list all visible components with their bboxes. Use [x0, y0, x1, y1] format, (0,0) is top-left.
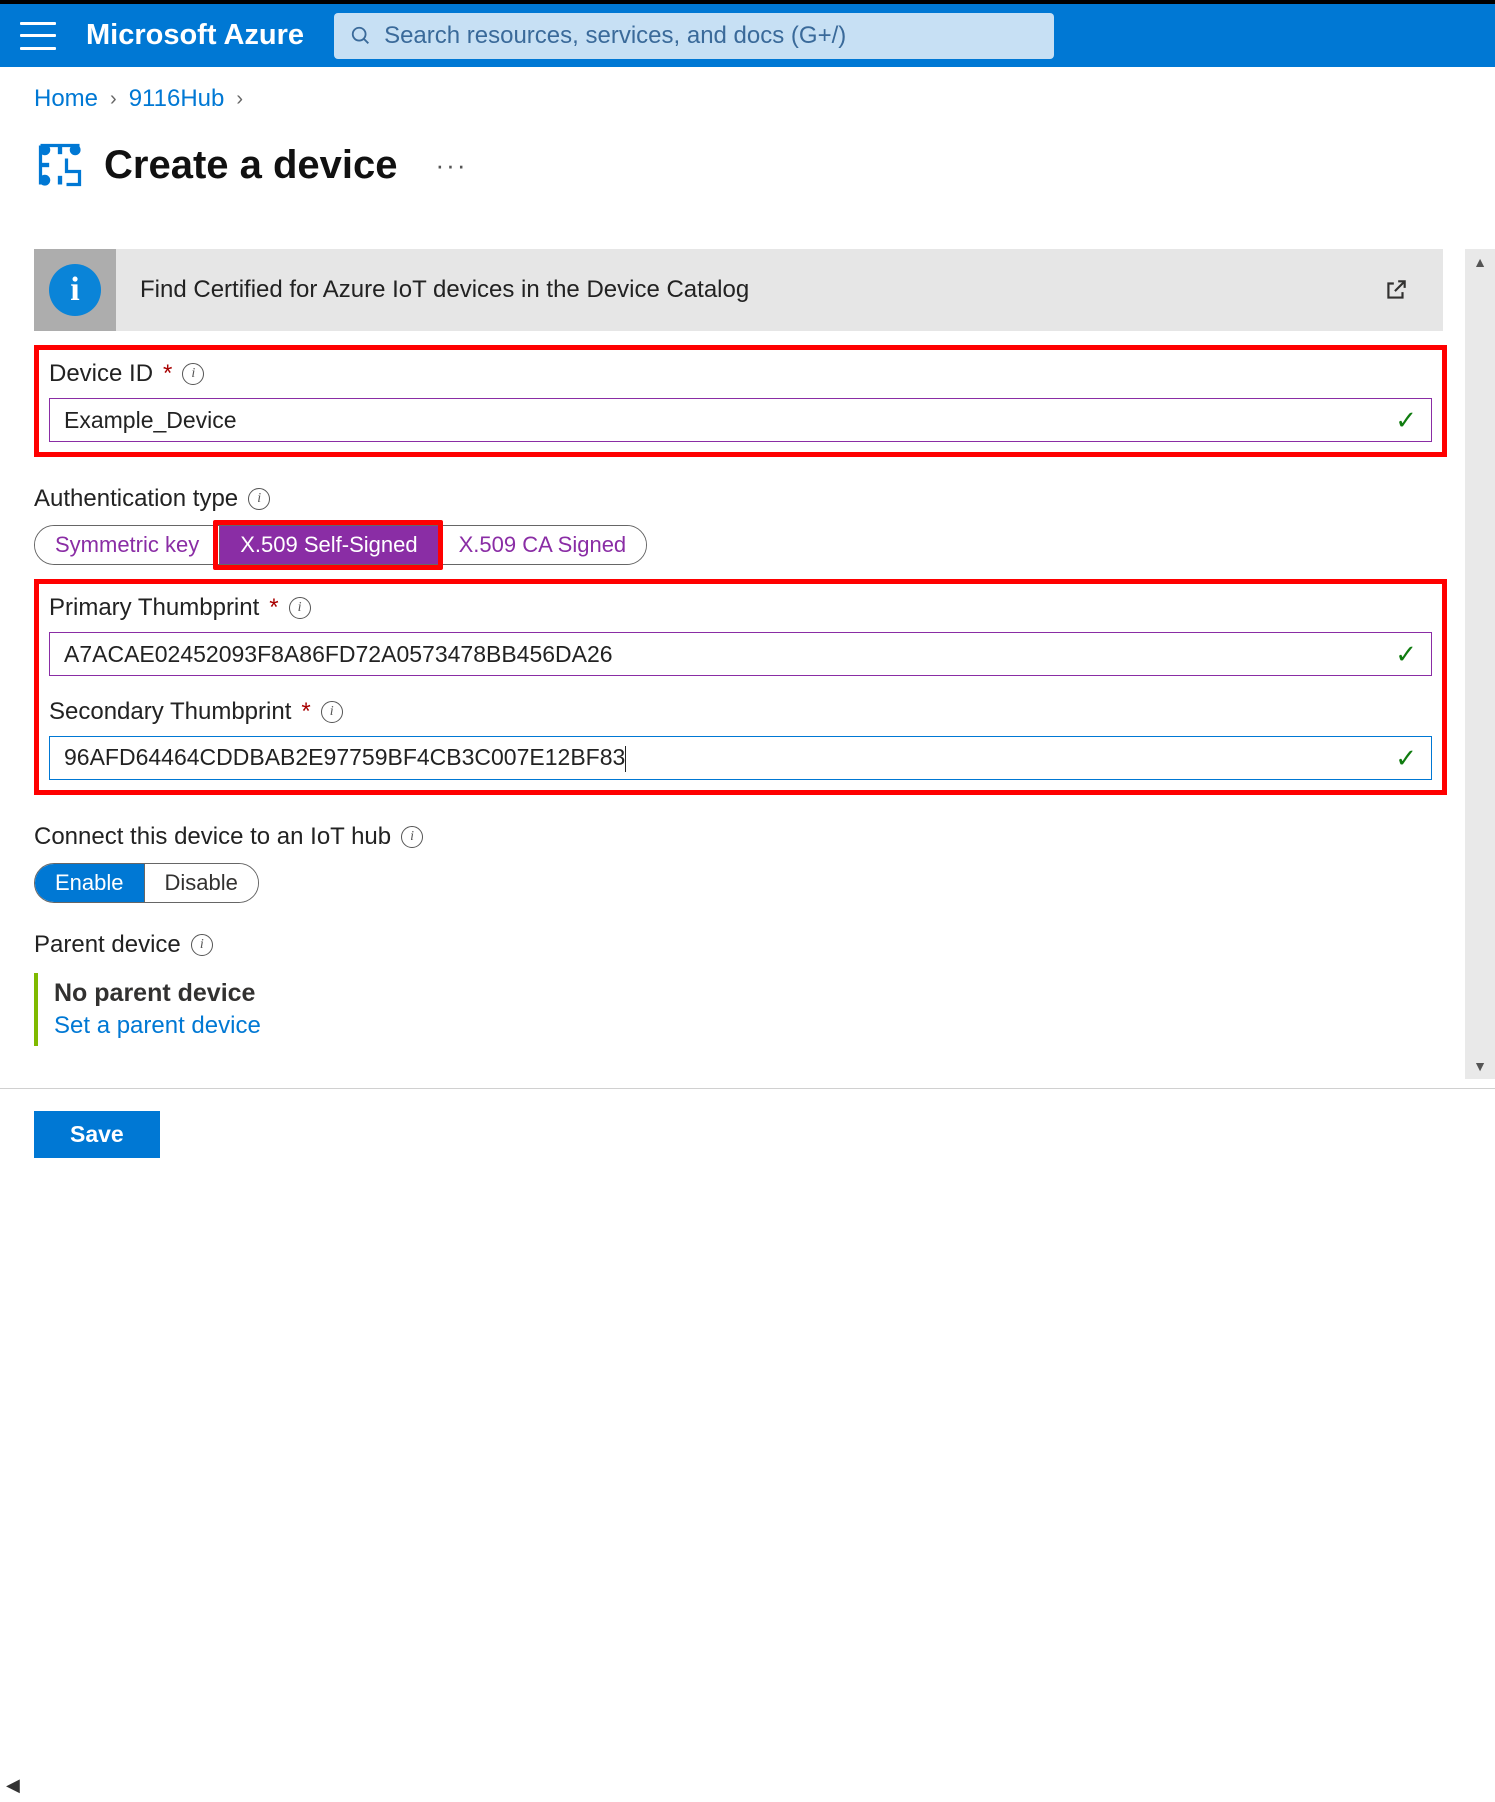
auth-option-symmetric[interactable]: Symmetric key [35, 526, 219, 564]
info-icon-container: i [34, 249, 116, 331]
global-search-input[interactable]: Search resources, services, and docs (G+… [334, 13, 1054, 59]
set-parent-device-link[interactable]: Set a parent device [54, 1012, 261, 1040]
primary-thumbprint-value: A7ACAE02452093F8A86FD72A0573478BB456DA26 [64, 641, 1395, 668]
text-cursor [625, 746, 626, 772]
search-icon [350, 25, 372, 47]
highlight-device-id: Device ID * i Example_Device ✓ [34, 345, 1447, 457]
secondary-thumbprint-value: 96AFD64464CDDBAB2E97759BF4CB3C007E12BF83 [64, 744, 1395, 772]
auth-option-ca-signed[interactable]: X.509 CA Signed [438, 526, 647, 564]
parent-device-box: No parent device Set a parent device [34, 973, 1447, 1046]
secondary-thumbprint-input[interactable]: 96AFD64464CDDBAB2E97759BF4CB3C007E12BF83… [49, 736, 1432, 780]
primary-thumbprint-input[interactable]: A7ACAE02452093F8A86FD72A0573478BB456DA26… [49, 632, 1432, 676]
search-placeholder: Search resources, services, and docs (G+… [384, 22, 846, 50]
scroll-up-icon[interactable]: ▲ [1465, 249, 1495, 275]
valid-check-icon: ✓ [1395, 639, 1417, 670]
collapse-left-icon[interactable]: ◀ [6, 1775, 20, 1796]
info-banner-text: Find Certified for Azure IoT devices in … [140, 276, 1383, 304]
info-icon: i [49, 264, 101, 316]
required-marker: * [269, 594, 278, 622]
connect-option-enable[interactable]: Enable [35, 864, 144, 902]
parent-device-label: Parent device [34, 931, 181, 959]
secondary-thumbprint-label: Secondary Thumbprint [49, 698, 291, 726]
chevron-right-icon: › [110, 88, 117, 111]
title-row: Create a device ··· [34, 139, 1495, 191]
info-tooltip-icon[interactable]: i [182, 363, 204, 385]
connect-label: Connect this device to an IoT hub [34, 823, 391, 851]
connect-option-disable[interactable]: Disable [144, 864, 258, 902]
primary-thumbprint-label: Primary Thumbprint [49, 594, 259, 622]
brand-label: Microsoft Azure [86, 19, 304, 52]
iot-device-icon [34, 139, 86, 191]
auth-type-label: Authentication type [34, 485, 238, 513]
chevron-right-icon: › [236, 88, 243, 111]
connect-toggle: Enable Disable [34, 863, 259, 903]
footer-divider [0, 1088, 1495, 1089]
save-button[interactable]: Save [34, 1111, 160, 1158]
hamburger-icon[interactable] [20, 22, 56, 50]
breadcrumb-hub[interactable]: 9116Hub [129, 85, 225, 113]
auth-type-toggle: Symmetric key X.509 Self-Signed X.509 CA… [34, 525, 647, 565]
info-tooltip-icon[interactable]: i [289, 597, 311, 619]
auth-option-self-signed[interactable]: X.509 Self-Signed [219, 526, 437, 564]
valid-check-icon: ✓ [1395, 405, 1417, 436]
highlight-thumbprints: Primary Thumbprint * i A7ACAE02452093F8A… [34, 579, 1447, 795]
parent-device-value: No parent device [54, 979, 1447, 1008]
info-tooltip-icon[interactable]: i [401, 826, 423, 848]
breadcrumb: Home › 9116Hub › [34, 85, 1495, 113]
top-bar: Microsoft Azure Search resources, servic… [0, 0, 1495, 67]
device-id-value: Example_Device [64, 407, 1395, 434]
info-tooltip-icon[interactable]: i [321, 701, 343, 723]
device-id-label: Device ID [49, 360, 153, 388]
valid-check-icon: ✓ [1395, 743, 1417, 774]
device-id-input[interactable]: Example_Device ✓ [49, 398, 1432, 442]
info-tooltip-icon[interactable]: i [248, 488, 270, 510]
breadcrumb-home[interactable]: Home [34, 85, 98, 113]
page-title: Create a device [104, 143, 398, 188]
scrollbar[interactable]: ▲ ▼ [1465, 249, 1495, 1079]
info-banner: i Find Certified for Azure IoT devices i… [34, 249, 1443, 331]
required-marker: * [301, 698, 310, 726]
more-actions-button[interactable]: ··· [436, 150, 468, 181]
external-link-icon[interactable] [1383, 277, 1409, 303]
info-tooltip-icon[interactable]: i [191, 934, 213, 956]
scroll-down-icon[interactable]: ▼ [1465, 1053, 1495, 1079]
required-marker: * [163, 360, 172, 388]
